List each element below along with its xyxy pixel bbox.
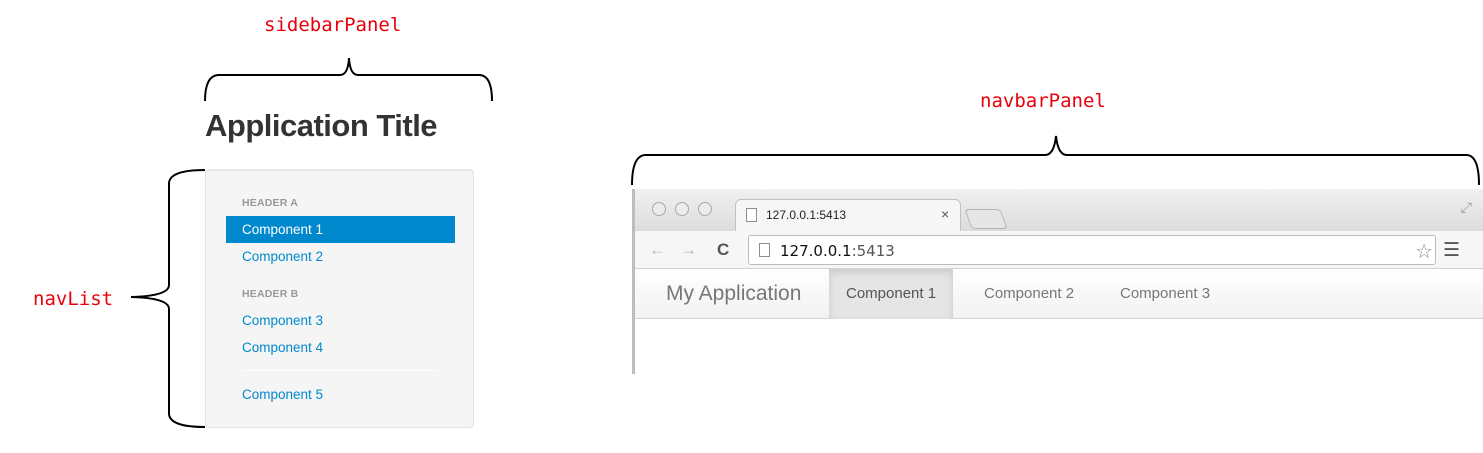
navbar-panel-brace xyxy=(631,135,1480,186)
url-port: :5413 xyxy=(851,242,895,260)
document-icon xyxy=(746,208,757,222)
sidebar-panel-brace xyxy=(204,57,493,102)
nav-list-label: navList xyxy=(33,288,114,310)
navbar-item-component-2[interactable]: Component 2 xyxy=(967,269,1091,319)
nav-item-component-3[interactable]: Component 3 xyxy=(226,307,455,334)
new-tab-button[interactable] xyxy=(964,209,1008,229)
tab-title: 127.0.0.1:5413 xyxy=(766,208,847,222)
reload-icon[interactable]: C xyxy=(717,240,729,260)
page-icon xyxy=(759,243,770,257)
close-window-icon[interactable] xyxy=(652,202,666,216)
nav-list: HEADER A Component 1 Component 2 HEADER … xyxy=(205,169,474,428)
zoom-window-icon[interactable] xyxy=(698,202,712,216)
nav-header-a: HEADER A xyxy=(242,197,299,209)
nav-item-component-2[interactable]: Component 2 xyxy=(226,243,455,270)
nav-divider xyxy=(242,370,438,371)
url-host: 127.0.0.1 xyxy=(780,242,852,260)
forward-arrow-icon[interactable]: → xyxy=(680,240,697,260)
browser-toolbar: ← → C 127.0.0.1:5413 ☆ ☰ xyxy=(635,231,1483,269)
navbar: My Application Component 1 Component 2 C… xyxy=(635,269,1483,319)
browser-tab[interactable]: 127.0.0.1:5413 × xyxy=(735,199,961,231)
application-title: Application Title xyxy=(205,108,438,143)
address-bar[interactable]: 127.0.0.1:5413 ☆ xyxy=(748,235,1436,265)
nav-item-component-5[interactable]: Component 5 xyxy=(226,381,455,408)
url-text: 127.0.0.1:5413 xyxy=(780,242,895,260)
navbar-panel-label: navbarPanel xyxy=(980,90,1106,112)
browser-window: 127.0.0.1:5413 × ⤢ ← → C 127.0.0.1:5413 … xyxy=(632,189,1483,374)
tab-close-icon[interactable]: × xyxy=(941,206,949,222)
fullscreen-icon[interactable]: ⤢ xyxy=(1461,199,1472,216)
hamburger-menu-icon[interactable]: ☰ xyxy=(1443,239,1460,262)
back-arrow-icon[interactable]: ← xyxy=(649,240,666,260)
nav-item-component-1[interactable]: Component 1 xyxy=(226,216,455,243)
sidebar-panel-label: sidebarPanel xyxy=(264,14,402,36)
nav-item-component-4[interactable]: Component 4 xyxy=(226,334,455,361)
minimize-window-icon[interactable] xyxy=(675,202,689,216)
navbar-item-component-1[interactable]: Component 1 xyxy=(829,269,954,319)
nav-header-b: HEADER B xyxy=(242,288,299,300)
browser-titlebar: 127.0.0.1:5413 × ⤢ xyxy=(635,189,1483,231)
star-icon[interactable]: ☆ xyxy=(1415,239,1433,264)
navbar-item-component-3[interactable]: Component 3 xyxy=(1103,269,1227,319)
nav-list-brace xyxy=(130,169,206,428)
navbar-brand[interactable]: My Application xyxy=(666,282,801,306)
